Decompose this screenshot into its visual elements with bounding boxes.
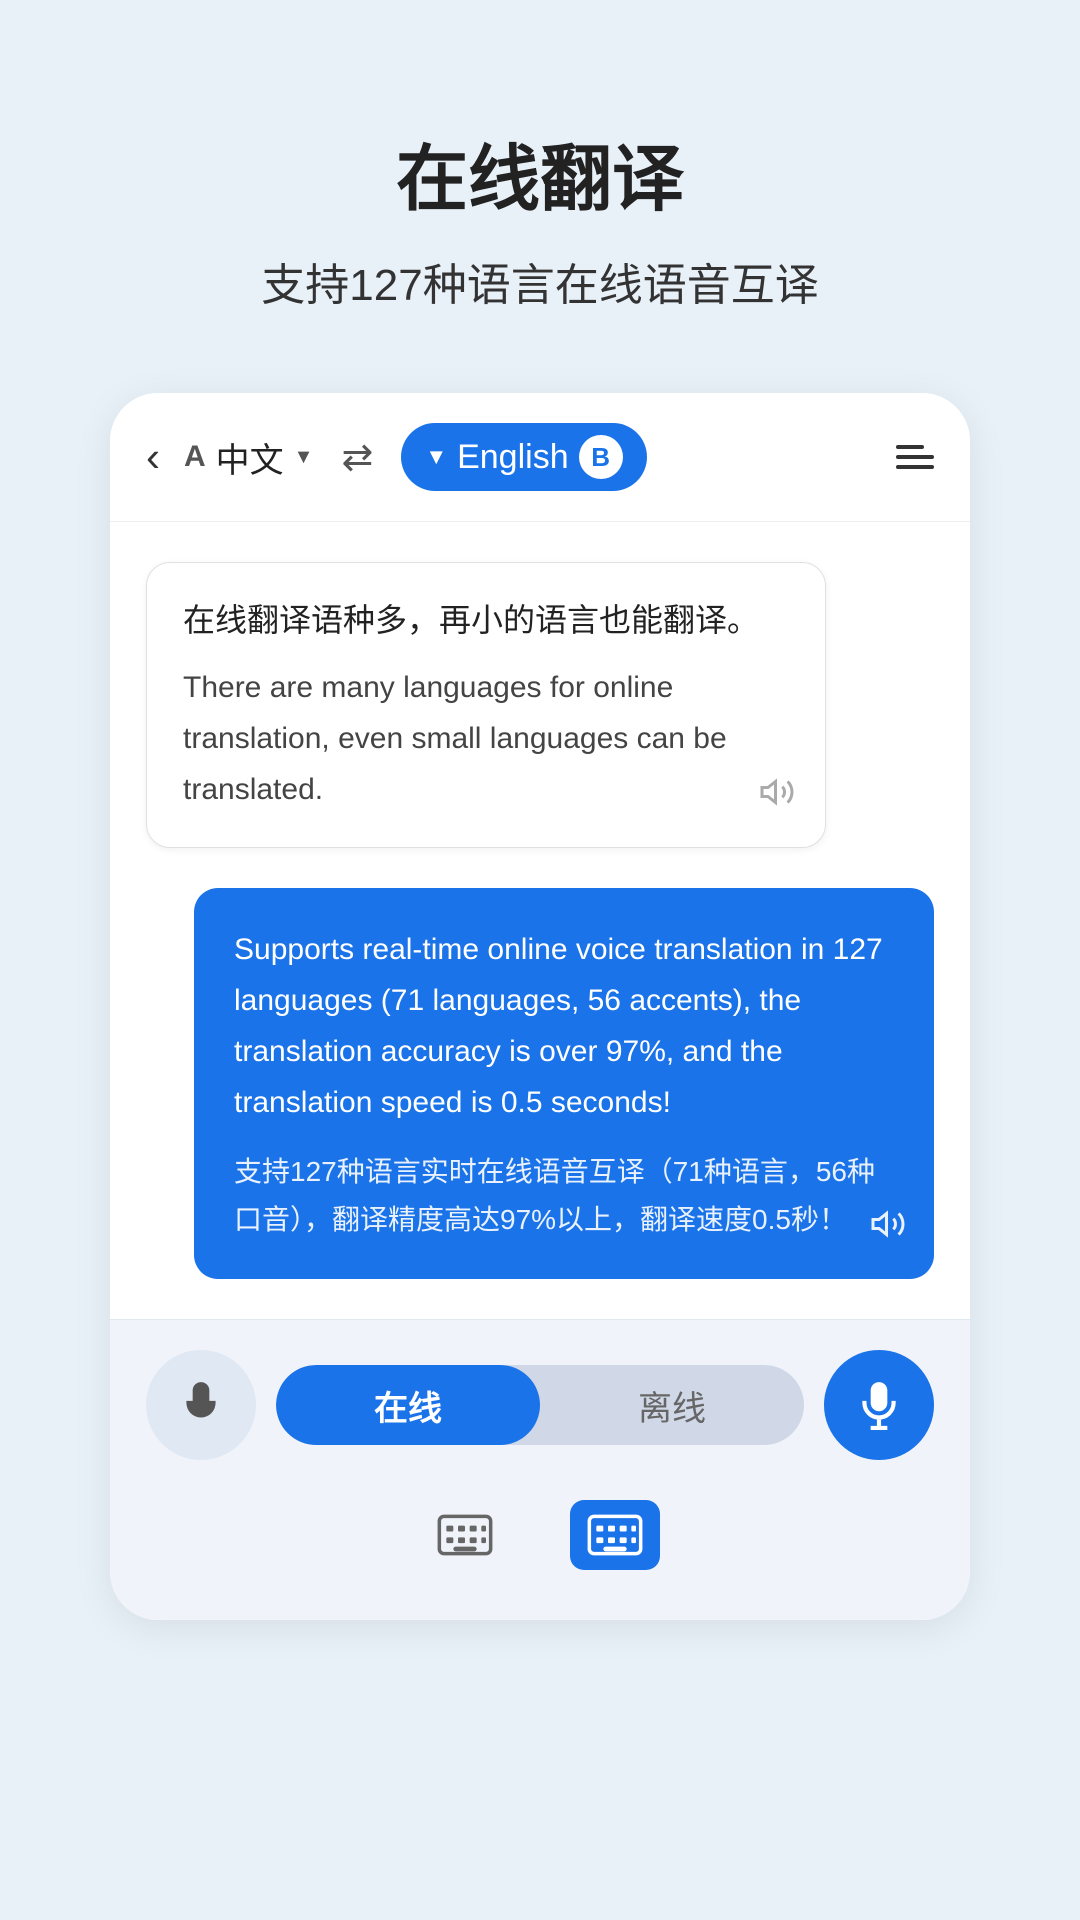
sub-title: 支持127种语言在线语音互译 — [60, 249, 1020, 313]
toolbar: ‹ A 中文 ▼ ⇄ ▼ English B — [110, 393, 970, 522]
bubble-right-english-text: Supports real-time online voice translat… — [234, 924, 894, 1128]
bubble-left-translated-text: There are many languages for online tran… — [183, 662, 789, 815]
back-button[interactable]: ‹ — [146, 436, 160, 478]
mic-button-right[interactable] — [824, 1350, 934, 1460]
bubble-left: 在线翻译语种多，再小的语言也能翻译。 There are many langua… — [146, 562, 826, 848]
mode-toggle: 在线 离线 — [276, 1365, 804, 1445]
keyboard-row — [110, 1500, 970, 1620]
lang-b-name: English — [457, 438, 569, 477]
menu-line-3 — [896, 465, 934, 469]
main-title: 在线翻译 — [60, 120, 1020, 225]
chat-area: 在线翻译语种多，再小的语言也能翻译。 There are many langua… — [110, 522, 970, 1319]
speaker-icon-right[interactable] — [870, 1206, 906, 1251]
lang-b-letter: B — [579, 435, 623, 479]
menu-line-2 — [896, 455, 934, 459]
lang-a-name: 中文 — [216, 433, 284, 482]
swap-button[interactable]: ⇄ — [341, 435, 373, 480]
lang-a-dropdown-icon: ▼ — [294, 446, 314, 469]
bubble-right: Supports real-time online voice translat… — [194, 888, 934, 1279]
lang-a-letter: A — [184, 440, 206, 474]
keyboard-icon-right[interactable] — [570, 1500, 660, 1570]
header-section: 在线翻译 支持127种语言在线语音互译 — [0, 0, 1080, 373]
bottom-bar: 在线 离线 — [110, 1319, 970, 1500]
mode-online-button[interactable]: 在线 — [276, 1365, 540, 1445]
lang-selector-b[interactable]: ▼ English B — [401, 423, 646, 491]
menu-button[interactable] — [896, 445, 934, 469]
lang-b-arrow-icon: ▼ — [425, 444, 447, 470]
speaker-icon-left[interactable] — [759, 774, 795, 819]
mic-button-left[interactable] — [146, 1350, 256, 1460]
mode-offline-button[interactable]: 离线 — [540, 1365, 804, 1445]
app-card: ‹ A 中文 ▼ ⇄ ▼ English B 在线翻译语种多，再小的语言也能翻译… — [110, 393, 970, 1620]
bubble-right-chinese-text: 支持127种语言实时在线语音互译（71种语言，56种口音），翻译精度高达97%以… — [234, 1148, 894, 1243]
bubble-left-source-text: 在线翻译语种多，再小的语言也能翻译。 — [183, 595, 789, 646]
keyboard-icon-left[interactable] — [420, 1500, 510, 1570]
lang-selector-a[interactable]: A 中文 ▼ — [184, 433, 313, 482]
menu-line-1 — [896, 445, 924, 449]
